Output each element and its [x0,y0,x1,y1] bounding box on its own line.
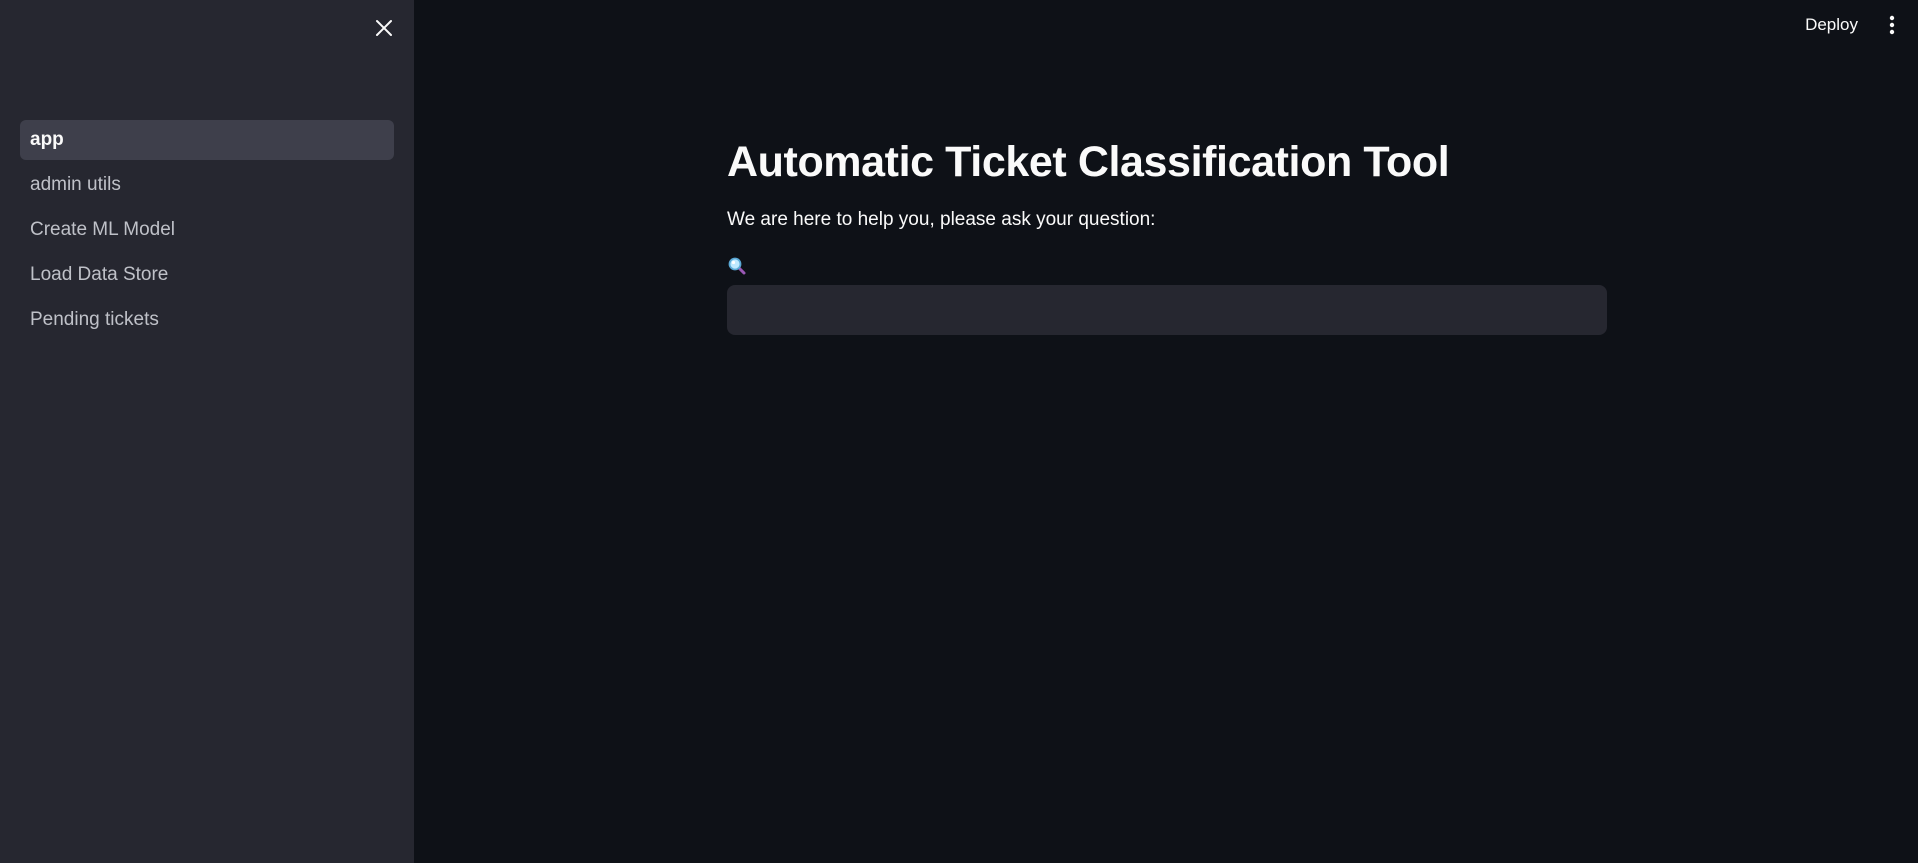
sidebar-item-label: Pending tickets [30,309,159,330]
page-subtitle: We are here to help you, please ask your… [727,209,1156,230]
top-toolbar: Deploy [1805,0,1918,50]
deploy-button[interactable]: Deploy [1805,15,1858,35]
app-root: app admin utils Create ML Model Load Dat… [0,0,1918,863]
sidebar-item-pending-tickets[interactable]: Pending tickets [20,300,394,340]
sidebar-item-label: admin utils [30,174,121,195]
close-icon [376,20,392,36]
sidebar-item-label: app [30,129,64,150]
main-content: Automatic Ticket Classification Tool We … [727,130,1607,335]
sidebar-nav: app admin utils Create ML Model Load Dat… [20,120,394,345]
magnifying-glass-icon [728,257,746,275]
sidebar-item-load-data-store[interactable]: Load Data Store [20,255,394,295]
close-sidebar-button[interactable] [370,14,398,42]
page-title: Automatic Ticket Classification Tool [727,138,1450,186]
sidebar-item-label: Create ML Model [30,219,176,240]
more-vertical-icon [1889,15,1895,35]
sidebar-item-label: Load Data Store [30,264,169,285]
sidebar-item-app[interactable]: app [20,120,394,160]
question-input-label [727,255,1607,277]
sidebar: app admin utils Create ML Model Load Dat… [0,0,414,863]
question-input[interactable] [727,285,1607,335]
main-menu-button[interactable] [1882,10,1902,40]
sidebar-item-admin-utils[interactable]: admin utils [20,165,394,205]
sidebar-item-create-ml-model[interactable]: Create ML Model [20,210,394,250]
